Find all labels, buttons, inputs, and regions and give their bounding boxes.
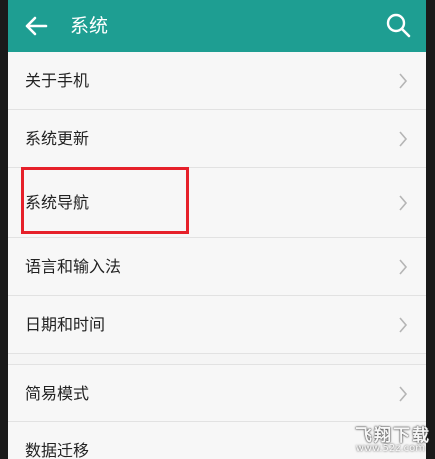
settings-item-system-update[interactable]: 系统更新 (8, 110, 426, 168)
chevron-right-icon (399, 73, 408, 89)
item-label: 简易模式 (25, 384, 90, 403)
item-label: 关于手机 (25, 71, 90, 90)
settings-item-about-phone[interactable]: 关于手机 (8, 52, 426, 110)
highlight-box (21, 167, 189, 234)
settings-item-date-time[interactable]: 日期和时间 (8, 296, 426, 354)
page-title: 系统 (70, 15, 109, 37)
chevron-right-icon (399, 386, 408, 402)
app-bar: 系统 (8, 0, 426, 52)
chevron-right-icon (399, 259, 408, 275)
chevron-right-icon (399, 317, 408, 333)
settings-screen: 系统 关于手机 系统更新 系统导航 语言和输入法 日期和时间 简易模式 数据迁移 (8, 0, 426, 459)
chevron-right-icon (399, 131, 408, 147)
item-label: 系统更新 (25, 129, 90, 148)
arrow-left-icon[interactable] (22, 12, 50, 40)
search-icon[interactable] (384, 11, 412, 39)
watermark-url: www.52z.com (355, 443, 425, 454)
item-label: 数据迁移 (25, 441, 90, 459)
item-label: 日期和时间 (25, 315, 106, 334)
settings-list: 关于手机 系统更新 系统导航 语言和输入法 日期和时间 简易模式 数据迁移 (8, 52, 426, 459)
settings-item-simple-mode[interactable]: 简易模式 (8, 364, 426, 422)
item-label: 语言和输入法 (25, 257, 122, 276)
watermark: 飞翔下载 www.52z.com (345, 421, 431, 457)
chevron-right-icon (399, 195, 408, 211)
settings-item-language-input[interactable]: 语言和输入法 (8, 238, 426, 296)
